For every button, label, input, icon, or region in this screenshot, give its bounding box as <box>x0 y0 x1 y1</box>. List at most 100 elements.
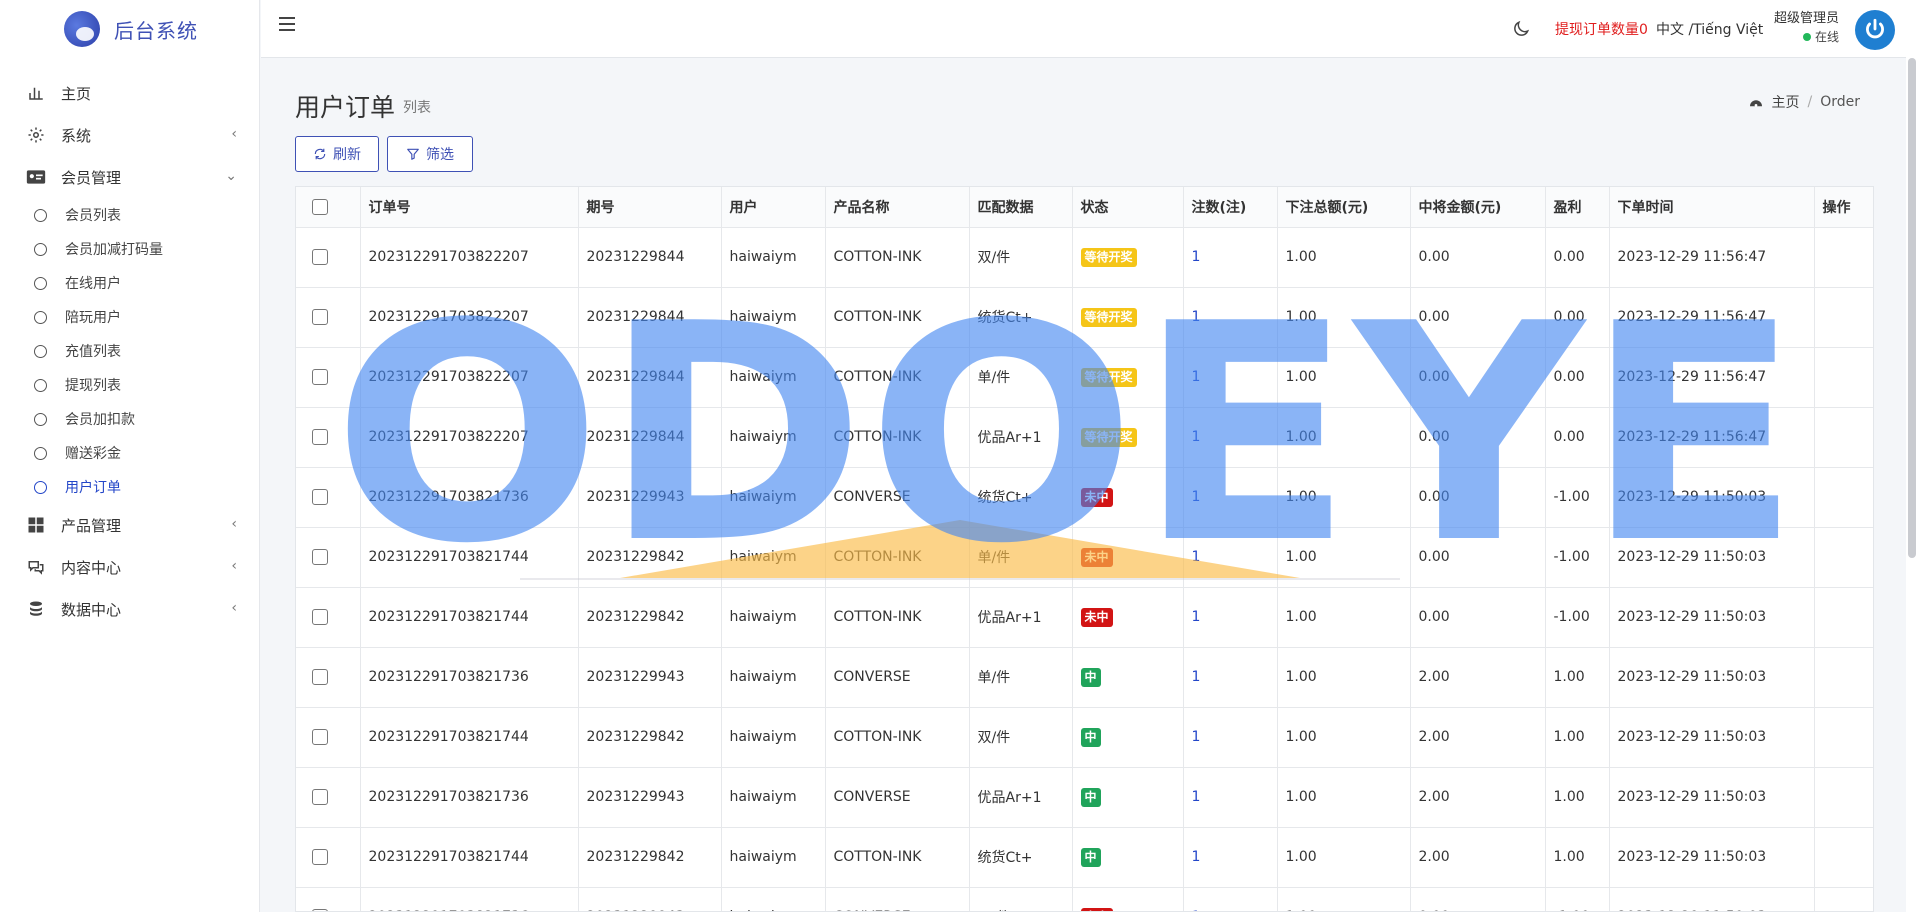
cell-user: haiwaiym <box>721 647 826 708</box>
select-all-checkbox[interactable] <box>312 198 328 215</box>
avatar[interactable] <box>1855 10 1895 50</box>
cell-total: 1.00 <box>1277 887 1411 911</box>
table-row[interactable]: 202312291703821744 20231229842 haiwaiym COT… <box>296 587 1873 648</box>
sidebar-item-id-card[interactable]: 会员管理 ⌄ <box>0 156 259 198</box>
cell-product: COTTON-INK <box>825 347 970 408</box>
row-checkbox[interactable] <box>312 669 328 685</box>
table-row[interactable]: 202312291703822207 20231229844 haiwaiym COT… <box>296 227 1873 288</box>
table-row[interactable]: 202312291703821744 20231229842 haiwaiym COT… <box>296 707 1873 768</box>
table-row[interactable]: 202312291703822207 20231229844 haiwaiym COT… <box>296 407 1873 468</box>
column-header: 盈利 <box>1545 187 1610 228</box>
sidebar-subitem[interactable]: 提现列表 <box>0 368 259 402</box>
cell-order: 202312291703822207 <box>360 407 579 468</box>
sidebar-subitem[interactable]: 会员加减打码量 <box>0 232 259 266</box>
sidebar-item-database[interactable]: 数据中心 ‹ <box>0 588 259 630</box>
row-checkbox[interactable] <box>312 429 328 445</box>
cell-actions[interactable] <box>1814 407 1873 468</box>
cell-actions[interactable] <box>1814 227 1873 288</box>
cell-win: 0.00 <box>1410 287 1546 348</box>
online-label: 在线 <box>1815 30 1840 44</box>
row-checkbox[interactable] <box>312 489 328 505</box>
cell-actions[interactable] <box>1814 707 1873 768</box>
brand[interactable]: 后台系统 <box>0 0 259 58</box>
cell-actions[interactable] <box>1814 287 1873 348</box>
breadcrumb-home[interactable]: 主页 <box>1771 92 1799 112</box>
cell-actions[interactable] <box>1814 527 1873 588</box>
cell-user: haiwaiym <box>721 707 826 768</box>
menu-toggle-icon[interactable] <box>279 17 295 31</box>
status-badge: 未中 <box>1080 607 1113 627</box>
page-title: 用户订单 <box>295 93 396 122</box>
admin-info[interactable]: 超级管理员 在线 <box>1774 10 1839 46</box>
sidebar-item-grid[interactable]: 产品管理 ‹ <box>0 504 259 546</box>
table-row[interactable]: 202312291703821744 20231229842 haiwaiym COT… <box>296 827 1873 888</box>
cell-win: 0.00 <box>1410 407 1546 468</box>
language-switcher[interactable]: 中文 /Tiếng Việt <box>1656 19 1763 39</box>
row-checkbox[interactable] <box>312 249 328 265</box>
sidebar-subitem-label: 用户订单 <box>65 480 121 496</box>
row-checkbox[interactable] <box>312 849 328 865</box>
cell-win: 0.00 <box>1410 227 1546 288</box>
table-row[interactable]: 20231229170382173620231229943haiwaiymCON… <box>296 767 1873 828</box>
sidebar-subitem[interactable]: 会员加扣款 <box>0 402 259 436</box>
row-select-cell <box>296 647 361 708</box>
moon-icon[interactable] <box>1511 19 1531 39</box>
table-row[interactable]: 20231229170382173620231229943haiwaiymCON… <box>296 647 1873 708</box>
scrollbar[interactable] <box>1906 0 1920 912</box>
cell-actions[interactable] <box>1814 887 1873 911</box>
status-badge: 中 <box>1080 847 1101 867</box>
cell-status: 等待开奖 <box>1072 347 1184 408</box>
circle-icon <box>34 242 47 256</box>
withdraw-count[interactable]: 提现订单数量0 <box>1555 19 1648 39</box>
table-row[interactable]: 202312291703822207 20231229844 haiwaiym COT… <box>296 347 1873 408</box>
circle-icon <box>34 480 47 494</box>
sidebar-subitem[interactable]: 充值列表 <box>0 334 259 368</box>
table-row[interactable]: 20231229170382173620231229943haiwaiymCON… <box>296 887 1873 911</box>
cell-actions[interactable] <box>1814 467 1873 528</box>
cell-order: 202312291703821744 <box>360 827 579 888</box>
chevron-down-icon: ⌄ <box>225 168 237 184</box>
chat-icon <box>26 557 46 577</box>
cell-count: 1 <box>1183 767 1278 828</box>
column-header: 状态 <box>1072 187 1184 228</box>
cell-actions[interactable] <box>1814 587 1873 648</box>
table-row[interactable]: 20231229170382173620231229943haiwaiymCON… <box>296 467 1873 528</box>
row-checkbox[interactable] <box>312 729 328 745</box>
cell-user: haiwaiym <box>721 467 826 528</box>
cell-actions[interactable] <box>1814 827 1873 888</box>
sidebar-subitem[interactable]: 在线用户 <box>0 266 259 300</box>
cell-match: 双/件 <box>969 227 1073 288</box>
sidebar-subitem[interactable]: 用户订单 <box>0 470 259 504</box>
cell-time: 2023-12-29 11:56:47 <box>1609 407 1815 468</box>
row-checkbox[interactable] <box>312 549 328 565</box>
scroll-thumb[interactable] <box>1908 58 1916 558</box>
cell-profit: 0.00 <box>1545 347 1610 408</box>
row-checkbox[interactable] <box>312 789 328 805</box>
refresh-button[interactable]: 刷新 <box>295 136 379 172</box>
cell-actions[interactable] <box>1814 347 1873 408</box>
cell-total: 1.00 <box>1277 407 1411 468</box>
cell-status: 等待开奖 <box>1072 227 1184 288</box>
table-body: 202312291703822207 20231229844 haiwaiym COT… <box>296 227 1873 911</box>
sidebar-subitem[interactable]: 赠送彩金 <box>0 436 259 470</box>
row-checkbox[interactable] <box>312 609 328 625</box>
sidebar-item-gear[interactable]: 系统 ‹ <box>0 114 259 156</box>
circle-icon <box>34 208 47 222</box>
cell-actions[interactable] <box>1814 767 1873 828</box>
cell-actions[interactable] <box>1814 647 1873 708</box>
cell-count: 1 <box>1183 347 1278 408</box>
sidebar-item-label: 数据中心 <box>61 600 122 619</box>
sidebar-subitem[interactable]: 会员列表 <box>0 198 259 232</box>
status-badge: 等待开奖 <box>1080 367 1137 387</box>
table-row[interactable]: 202312291703822207 20231229844 haiwaiym COT… <box>296 287 1873 348</box>
sidebar-item-bar-chart[interactable]: 主页 <box>0 72 259 114</box>
row-checkbox[interactable] <box>312 309 328 325</box>
circle-icon <box>34 412 47 426</box>
sidebar-subitem[interactable]: 陪玩用户 <box>0 300 259 334</box>
admin-name: 超级管理员 <box>1774 11 1840 26</box>
filter-button[interactable]: 筛选 <box>387 136 473 172</box>
row-checkbox[interactable] <box>312 369 328 385</box>
table-row[interactable]: 202312291703821744 20231229842 haiwaiym COT… <box>296 527 1873 588</box>
sidebar-item-chat[interactable]: 内容中心 ‹ <box>0 546 259 588</box>
row-select-cell <box>296 227 361 288</box>
